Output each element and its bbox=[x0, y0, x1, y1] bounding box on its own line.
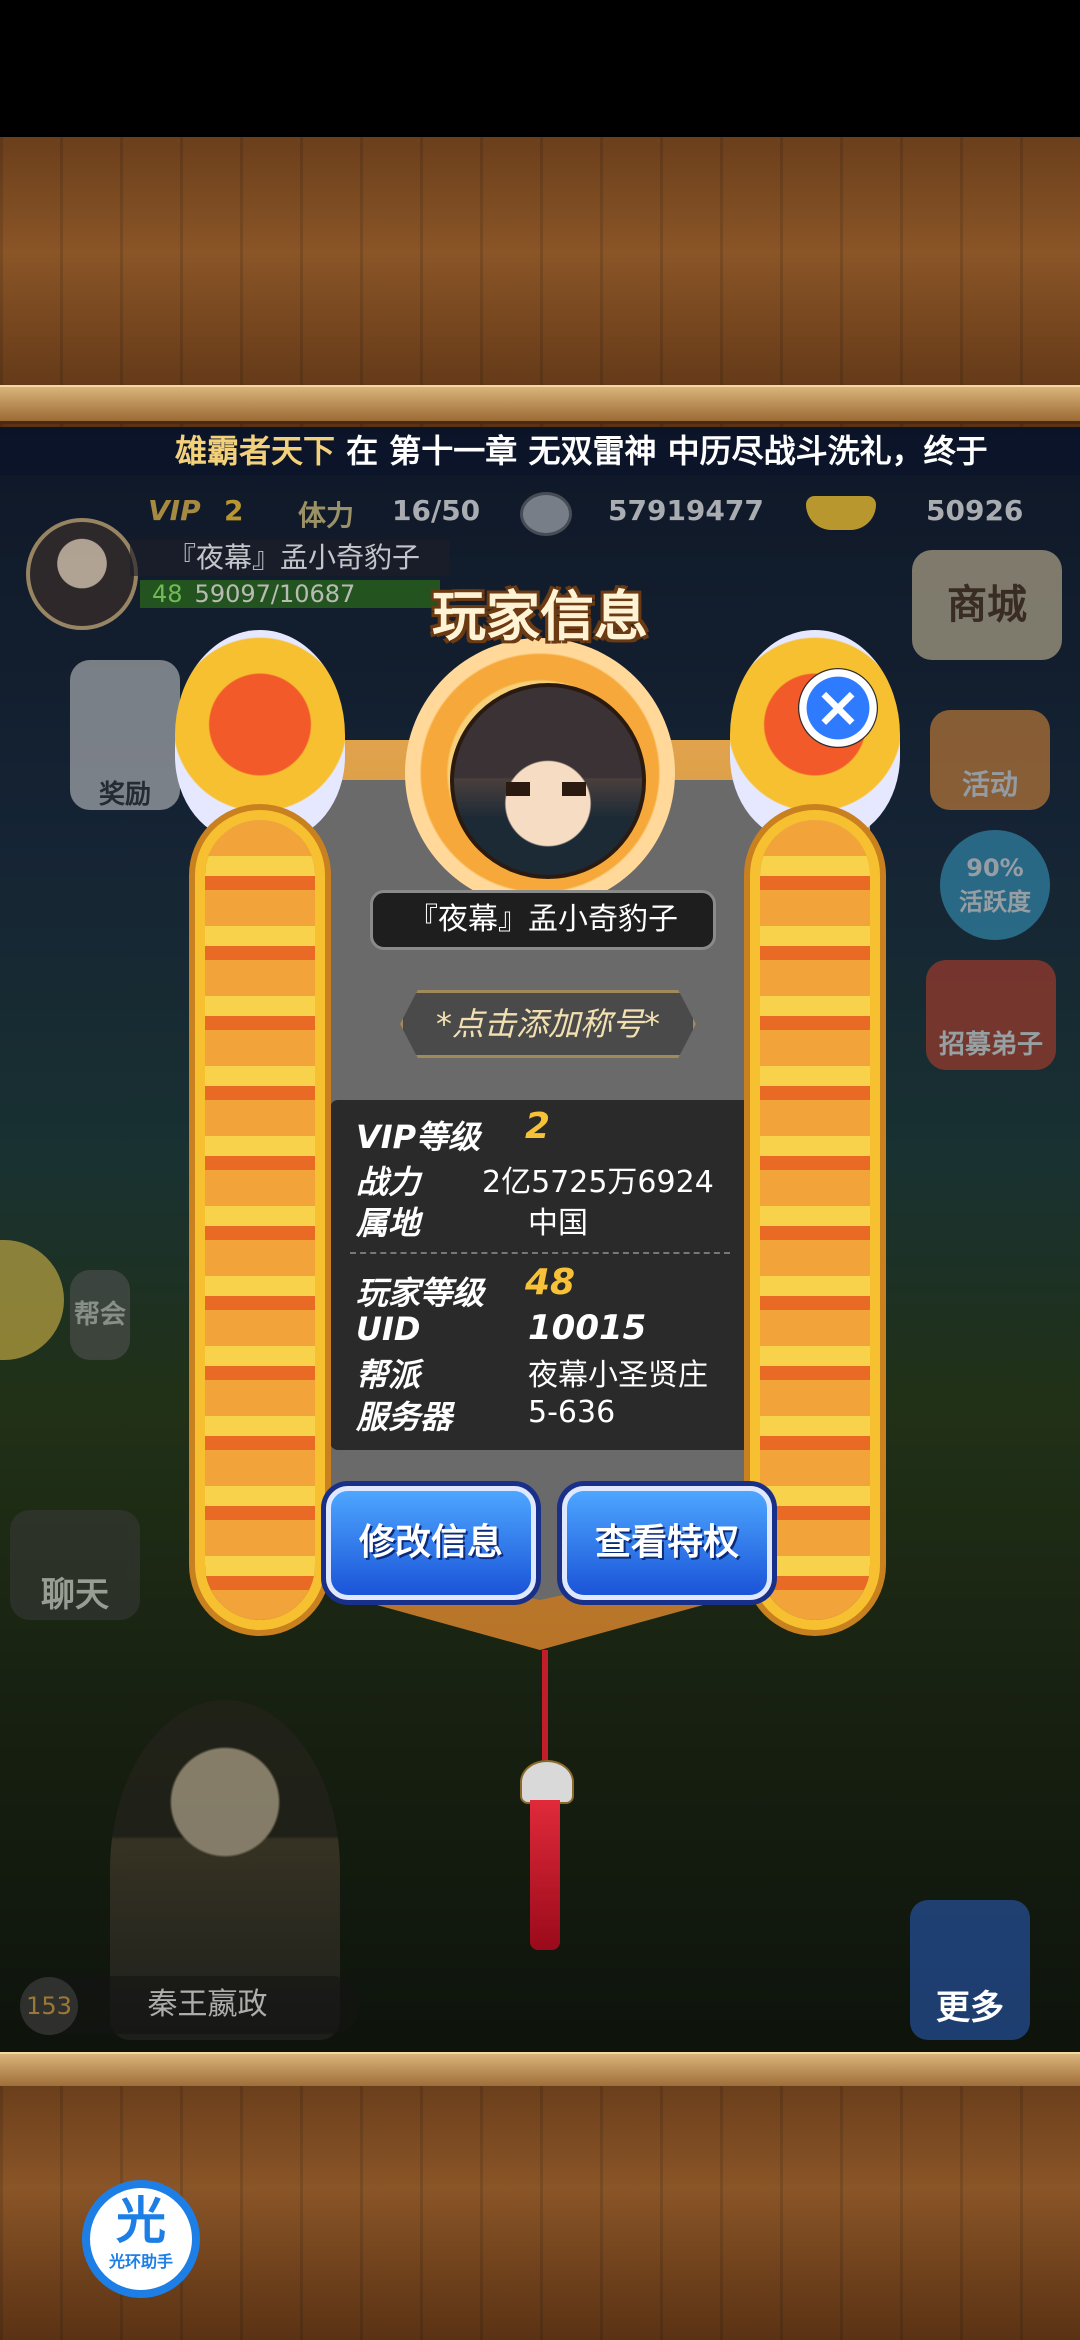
info-row-level: 玩家等级 bbox=[356, 1268, 484, 1314]
info-row-vip: VIP等级 bbox=[356, 1112, 480, 1158]
region-value: 中国 bbox=[528, 1206, 588, 1241]
info-row-level-value: 48 bbox=[525, 1262, 575, 1303]
player-portrait bbox=[450, 683, 646, 879]
liveness-label: 活跃度 bbox=[959, 888, 1031, 916]
more-button[interactable]: 更多 bbox=[910, 1900, 1030, 2040]
guild-button[interactable]: 帮会 bbox=[70, 1270, 130, 1360]
info-divider bbox=[350, 1252, 730, 1254]
vip-level: 2 bbox=[224, 494, 244, 527]
left-dragon-ornament bbox=[165, 630, 355, 1630]
tassel-ornament bbox=[520, 1650, 574, 1950]
power-value: 2亿5725万6924 bbox=[482, 1165, 714, 1200]
player-exp-value: 59097/10687 bbox=[194, 580, 356, 608]
info-row-region-value: 中国 bbox=[528, 1198, 588, 1242]
announcement-ticker: 雄霸者天下 在 第十一章 无双雷神 中历尽战斗洗礼，终于 bbox=[0, 427, 1080, 475]
vip-level-label: VIP等级 bbox=[356, 1118, 481, 1156]
info-row-guild: 帮派 bbox=[356, 1350, 420, 1396]
server-value: 5-636 bbox=[528, 1395, 616, 1430]
info-row-uid-value: 10015 bbox=[528, 1308, 646, 1348]
stamina-label: 体力 bbox=[298, 499, 355, 532]
guild-label: 帮派 bbox=[356, 1356, 421, 1394]
ticker-text: 在 第十一章 无双雷神 中历尽战斗洗礼，终于 bbox=[335, 432, 988, 470]
guild-value: 夜幕小圣贤庄 bbox=[528, 1358, 708, 1393]
uid-value: 10015 bbox=[528, 1308, 647, 1348]
helper-glyph: 光 bbox=[116, 2192, 166, 2250]
top-wood-frame bbox=[0, 137, 1080, 427]
info-row-server-value: 5-636 bbox=[528, 1392, 615, 1430]
gold-value: 50926 bbox=[926, 494, 1024, 527]
silver-value: 57919477 bbox=[608, 494, 764, 527]
helper-label: 光环助手 bbox=[108, 2252, 173, 2271]
chat-button[interactable]: 聊天 bbox=[10, 1510, 140, 1620]
view-privileges-button[interactable]: 查看特权 bbox=[562, 1486, 772, 1600]
vip-label: VIP bbox=[148, 494, 201, 527]
ticker-highlight: 雄霸者天下 bbox=[175, 432, 336, 470]
info-row-vip-value: 2 bbox=[525, 1106, 550, 1147]
info-row-power: 战力 bbox=[356, 1157, 420, 1203]
add-title-button[interactable]: *点击添加称号* bbox=[400, 990, 696, 1058]
info-row-region: 属地 bbox=[356, 1198, 420, 1244]
hero-name: 秦王嬴政 bbox=[147, 1987, 268, 2022]
silver-coin-icon bbox=[520, 492, 572, 536]
server-label: 服务器 bbox=[356, 1398, 453, 1436]
floating-helper-button[interactable]: 光 光环助手 bbox=[82, 2180, 200, 2298]
uid-label: UID bbox=[356, 1310, 421, 1348]
top-frame-rail bbox=[0, 385, 1080, 424]
liveness-percent: 90% bbox=[966, 854, 1024, 882]
close-button[interactable]: × bbox=[798, 668, 878, 748]
modal-title: 玩家信息 bbox=[432, 585, 648, 648]
liveness-button[interactable]: 90% 活跃度 bbox=[940, 830, 1050, 940]
power-label: 战力 bbox=[356, 1163, 421, 1201]
right-dragon-ornament bbox=[720, 630, 910, 1630]
player-name-plate: 『夜幕』孟小奇豹子 bbox=[370, 890, 716, 950]
recruit-button[interactable]: 招募弟子 bbox=[926, 960, 1056, 1070]
activity-button[interactable]: 活动 bbox=[930, 710, 1050, 810]
player-avatar[interactable] bbox=[26, 518, 138, 630]
hero-nameplate[interactable]: 153 秦王嬴政 bbox=[20, 1976, 360, 2035]
player-exp-strip: 48 59097/10687 bbox=[140, 580, 440, 608]
player-name-strip: 『夜幕』孟小奇豹子 bbox=[130, 540, 450, 576]
info-row-guild-value: 夜幕小圣贤庄 bbox=[528, 1350, 708, 1394]
info-row-server: 服务器 bbox=[356, 1392, 452, 1438]
info-row-power-value: 2亿5725万6924 bbox=[482, 1157, 714, 1201]
stamina-value: 16/50 bbox=[392, 494, 481, 527]
player-level-label: 玩家等级 bbox=[356, 1274, 485, 1312]
region-label: 属地 bbox=[356, 1204, 421, 1242]
shop-button[interactable]: 商城 bbox=[912, 550, 1062, 660]
gold-ingot-icon bbox=[806, 496, 876, 530]
edit-info-button[interactable]: 修改信息 bbox=[326, 1486, 536, 1600]
player-level-badge: 48 bbox=[152, 580, 183, 608]
info-row-uid: UID bbox=[356, 1310, 420, 1348]
hero-level: 153 bbox=[20, 1977, 78, 2035]
rewards-button[interactable]: 奖励 bbox=[70, 660, 180, 810]
resource-bar: VIP 2 体力 16/50 57919477 50926 bbox=[140, 488, 1080, 538]
vip-level-value: 2 bbox=[525, 1106, 551, 1147]
player-level-value: 48 bbox=[525, 1262, 576, 1303]
